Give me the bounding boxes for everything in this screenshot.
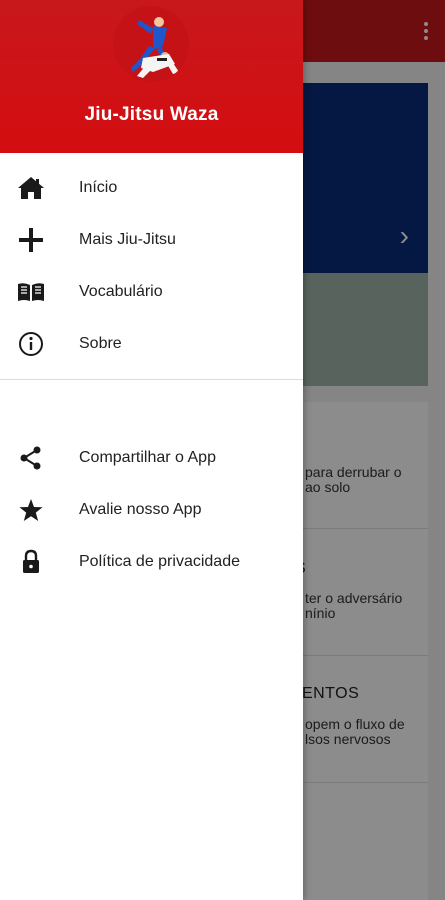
plus-icon: [17, 227, 45, 253]
book-icon: [17, 279, 45, 305]
drawer-item-inicio[interactable]: Início: [0, 162, 303, 214]
drawer-item-label: Mais Jiu-Jitsu: [79, 231, 176, 248]
drawer-item-label: Avalie nosso App: [79, 501, 202, 518]
navigation-drawer: Jiu-Jitsu Waza Início Mais Jiu-Jitsu Voc…: [0, 0, 303, 900]
app-logo: [113, 6, 189, 82]
drawer-item-label: Compartilhar o App: [79, 449, 216, 466]
lock-icon: [17, 549, 45, 575]
info-icon: [17, 331, 45, 357]
drawer-item-privacidade[interactable]: Política de privacidade: [0, 536, 303, 588]
drawer-item-compartilhar[interactable]: Compartilhar o App: [0, 432, 303, 484]
drawer-item-label: Sobre: [79, 335, 122, 352]
drawer-item-mais-jiu-jitsu[interactable]: Mais Jiu-Jitsu: [0, 214, 303, 266]
drawer-item-label: Vocabulário: [79, 283, 163, 300]
app-title: Jiu-Jitsu Waza: [84, 104, 219, 125]
drawer-header: Jiu-Jitsu Waza: [0, 0, 303, 153]
drawer-item-avalie[interactable]: Avalie nosso App: [0, 484, 303, 536]
drawer-divider: [0, 379, 303, 380]
share-icon: [17, 445, 45, 471]
drawer-item-sobre[interactable]: Sobre: [0, 318, 303, 370]
drawer-item-vocabulario[interactable]: Vocabulário: [0, 266, 303, 318]
drawer-item-label: Início: [79, 179, 118, 196]
drawer-item-label: Política de privacidade: [79, 553, 240, 570]
star-icon: [17, 497, 45, 523]
home-icon: [17, 175, 45, 201]
